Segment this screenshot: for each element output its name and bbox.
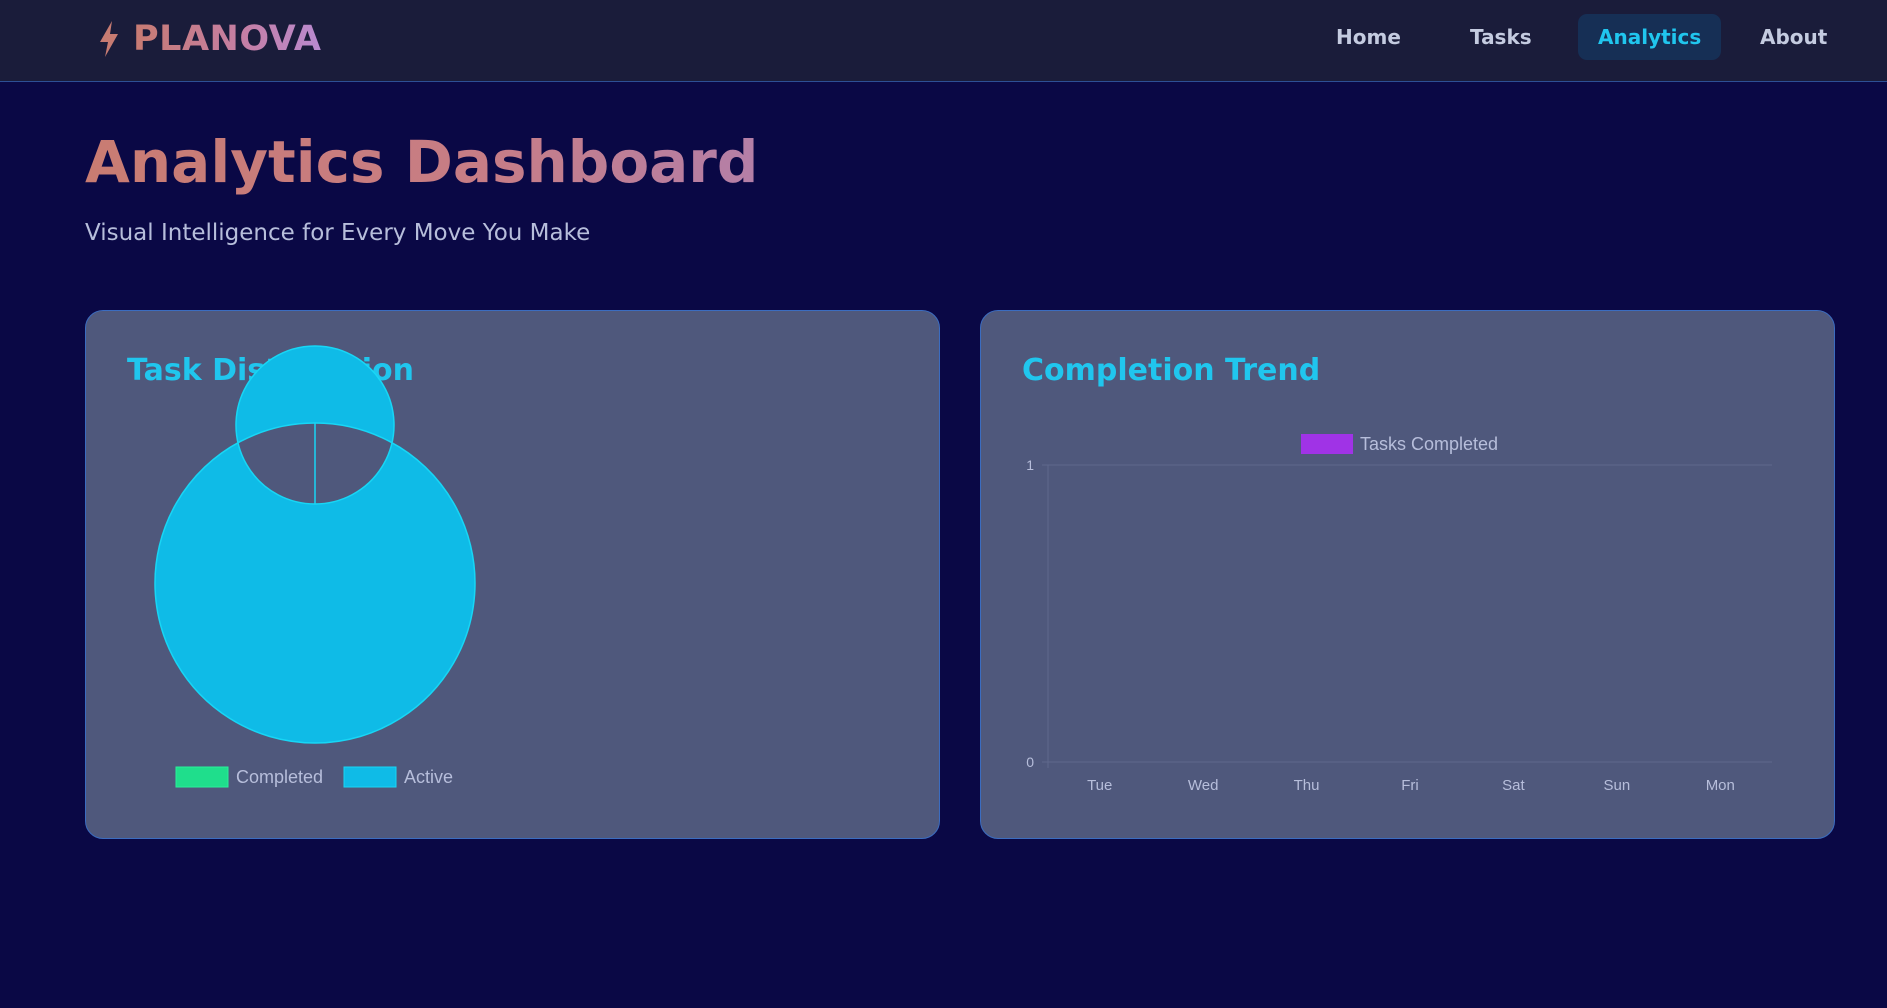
completion-trend-chart: Tasks Completed 0 1 Tue Wed Thu Fri Sat Sun Mon: [1026, 434, 1772, 794]
legend-swatch-active: [343, 766, 397, 788]
x-tick-label-fri: Fri: [1401, 777, 1419, 794]
nav-item-tasks[interactable]: Tasks: [1450, 14, 1552, 60]
page-title: Analytics Dashboard: [85, 122, 758, 202]
donut-slice-active: [154, 345, 476, 744]
legend-label-completed: Completed: [236, 767, 323, 787]
nav-item-home[interactable]: Home: [1316, 14, 1421, 60]
legend-label-tasks-completed: Tasks Completed: [1360, 434, 1498, 454]
x-tick-label-sun: Sun: [1604, 777, 1631, 794]
x-tick-label-mon: Mon: [1706, 777, 1735, 794]
legend-swatch-tasks-completed: [1301, 434, 1353, 454]
brand-name: PLANOVA: [133, 19, 322, 59]
task-distribution-card: Task Distribution CompletedActive: [85, 310, 940, 839]
legend-swatch-completed: [175, 766, 229, 788]
x-tick-label-sat: Sat: [1502, 777, 1525, 794]
task-distribution-chart: Completed Active: [154, 345, 476, 788]
x-tick-label-wed: Wed: [1188, 777, 1219, 794]
legend-item-completed: Completed: [175, 766, 323, 788]
x-tick-label-thu: Thu: [1294, 777, 1320, 794]
brand-logo[interactable]: PLANOVA: [97, 16, 321, 62]
page-subtitle: Visual Intelligence for Every Move You M…: [85, 220, 591, 246]
lightning-bolt-icon: [100, 21, 118, 57]
y-tick-label-1: 1: [1026, 457, 1034, 473]
legend-item-active: Active: [343, 766, 453, 788]
completion-trend-card: Completion Trend Tasks Completed 0 1 Tue Wed…: [980, 310, 1835, 839]
nav-item-about[interactable]: About: [1740, 14, 1847, 60]
legend-label-active: Active: [404, 767, 453, 787]
nav-item-analytics[interactable]: Analytics: [1578, 14, 1722, 60]
x-tick-label-tue: Tue: [1087, 777, 1112, 794]
top-navbar: PLANOVA Home Tasks Analytics About: [0, 0, 1887, 82]
y-tick-label-0: 0: [1026, 754, 1034, 770]
